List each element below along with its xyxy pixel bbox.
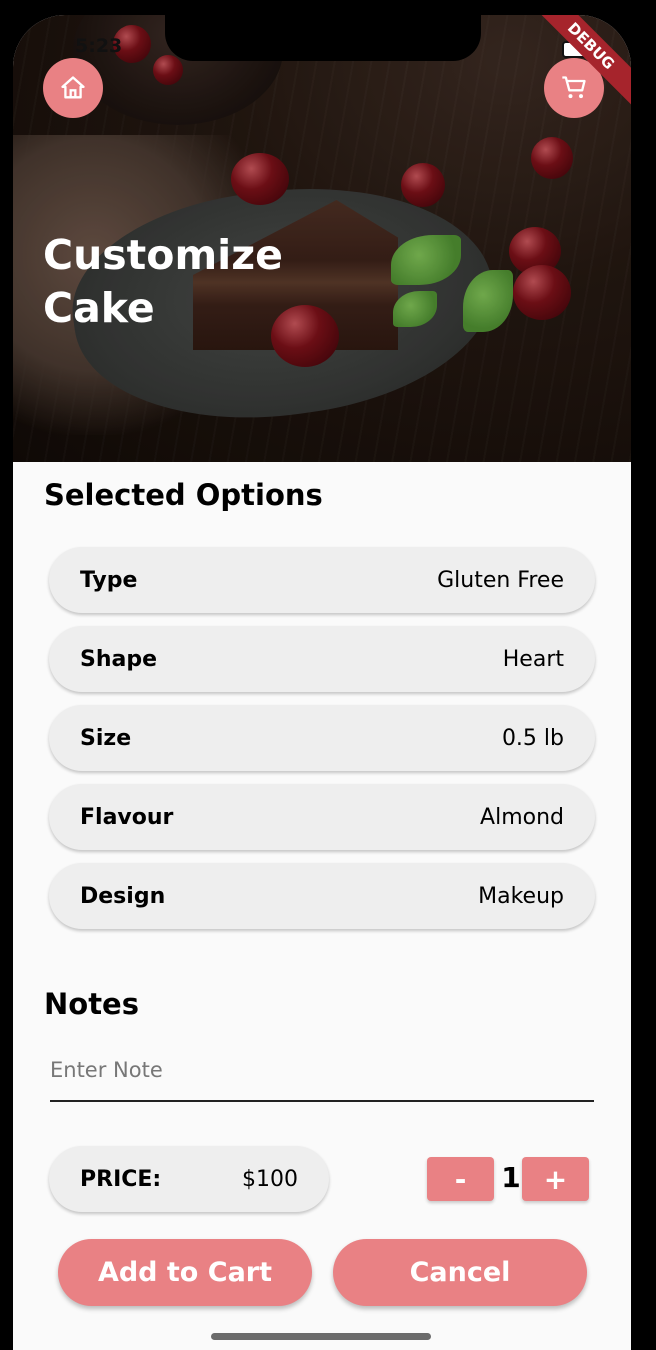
status-time: 5:23 — [75, 35, 123, 57]
title-line-1: Customize — [43, 231, 283, 279]
home-icon — [61, 76, 85, 99]
page-title: Customize Cake — [43, 229, 283, 335]
title-line-2: Cake — [43, 284, 155, 332]
option-label: Design — [80, 883, 166, 909]
quantity-value: 1 — [501, 1161, 521, 1194]
option-label: Flavour — [80, 804, 174, 830]
note-input[interactable] — [50, 1040, 594, 1102]
option-value: Almond — [480, 804, 564, 830]
cart-icon — [562, 76, 586, 99]
option-value: Makeup — [478, 883, 564, 909]
option-label: Shape — [80, 646, 158, 672]
selected-options-title: Selected Options — [44, 478, 323, 512]
home-button[interactable] — [43, 58, 103, 118]
option-row-type: Type Gluten Free — [49, 547, 595, 613]
decrease-quantity-button[interactable]: - — [427, 1157, 494, 1201]
device-notch — [165, 15, 481, 61]
app-screen: Customize Cake 5:23 DEBUG Selected Optio… — [13, 15, 631, 1350]
option-label: Size — [80, 725, 132, 751]
price-value: $100 — [242, 1166, 298, 1192]
price-label: PRICE: — [80, 1166, 162, 1192]
notes-title: Notes — [44, 987, 139, 1021]
increase-quantity-button[interactable]: + — [522, 1157, 589, 1201]
option-row-size: Size 0.5 lb — [49, 705, 595, 771]
option-label: Type — [80, 567, 138, 593]
option-value: Gluten Free — [437, 567, 564, 593]
option-row-shape: Shape Heart — [49, 626, 595, 692]
cancel-button[interactable]: Cancel — [333, 1239, 587, 1306]
add-to-cart-button[interactable]: Add to Cart — [58, 1239, 312, 1306]
price-display: PRICE: $100 — [49, 1146, 329, 1212]
option-row-design: Design Makeup — [49, 863, 595, 929]
option-row-flavour: Flavour Almond — [49, 784, 595, 850]
option-value: 0.5 lb — [501, 725, 564, 751]
option-value: Heart — [502, 646, 564, 672]
home-indicator — [211, 1333, 431, 1340]
